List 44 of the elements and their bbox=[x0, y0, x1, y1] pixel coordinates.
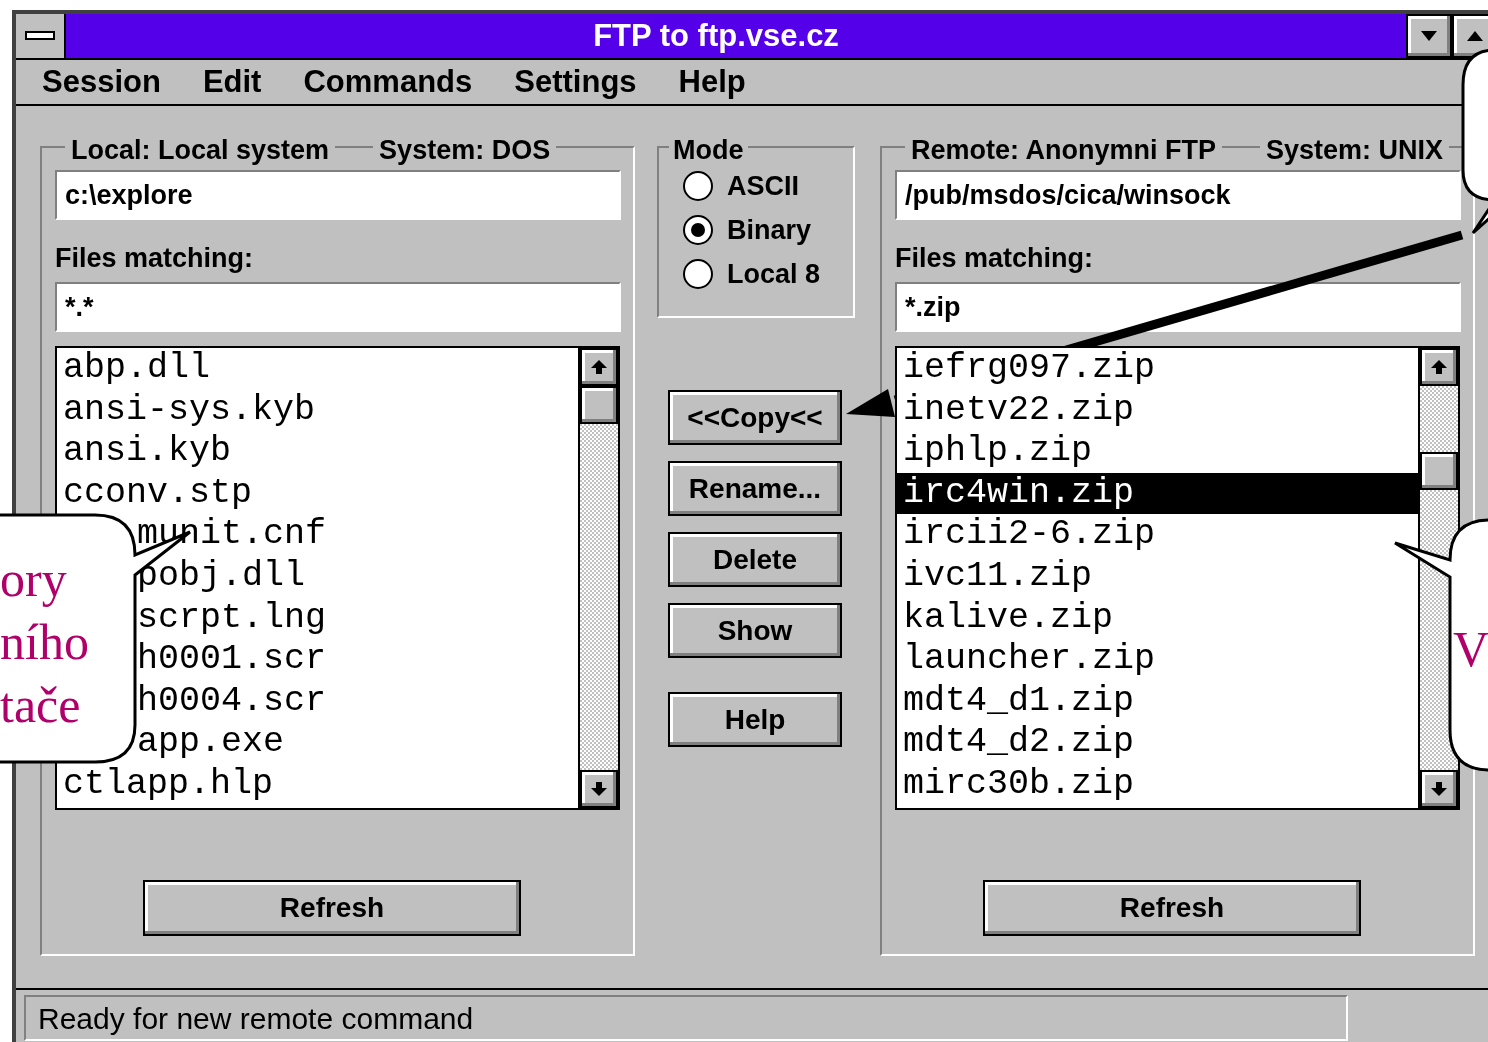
path-field[interactable]: /pub/msdos/cica/winsock bbox=[895, 170, 1461, 220]
filter-field[interactable]: *.zip bbox=[895, 282, 1461, 332]
files-matching-label: Files matching: bbox=[895, 242, 1095, 275]
path-field[interactable]: c:\explore bbox=[55, 170, 621, 220]
refresh-button[interactable]: Refresh bbox=[983, 880, 1361, 936]
menu-item[interactable]: Edit bbox=[202, 58, 262, 106]
file-item[interactable]: irc4win.zip bbox=[897, 472, 1418, 515]
action-button[interactable]: <<Copy<< bbox=[668, 390, 842, 445]
scroll-thumb[interactable] bbox=[1420, 452, 1458, 490]
action-button[interactable]: Rename... bbox=[668, 461, 842, 516]
files-matching-label: Files matching: bbox=[55, 242, 255, 275]
scroll-down-button[interactable] bbox=[580, 770, 618, 808]
minimize-button[interactable] bbox=[1406, 14, 1452, 58]
scroll-up-button[interactable] bbox=[1420, 348, 1458, 386]
down-arrow-icon bbox=[590, 780, 608, 798]
down-triangle-icon bbox=[1421, 31, 1437, 41]
action-button[interactable]: Show bbox=[668, 603, 842, 658]
menu-item[interactable]: Session bbox=[42, 58, 161, 106]
window-title: FTP to ftp.vse.cz bbox=[593, 16, 839, 55]
radio-label: Local 8 bbox=[727, 257, 821, 291]
refresh-button[interactable]: Refresh bbox=[143, 880, 521, 936]
up-arrow-icon bbox=[590, 358, 608, 376]
scroll-down-button[interactable] bbox=[1420, 770, 1458, 808]
up-triangle-icon bbox=[1467, 31, 1483, 41]
minus-icon bbox=[25, 31, 55, 41]
menu-item[interactable]: Commands bbox=[303, 58, 473, 106]
radio-label: Binary bbox=[727, 213, 812, 247]
radio-button[interactable] bbox=[683, 215, 713, 245]
menu-item[interactable]: Help bbox=[678, 58, 746, 106]
radio-button[interactable] bbox=[683, 171, 713, 201]
status-text: Ready for new remote command bbox=[38, 1000, 474, 1037]
filter-field[interactable]: *.* bbox=[55, 282, 621, 332]
menu-item[interactable]: Settings bbox=[514, 58, 637, 106]
callout-text: ory ního tače bbox=[0, 550, 89, 735]
down-arrow-icon bbox=[1430, 780, 1448, 798]
scroll-up-button[interactable] bbox=[580, 348, 618, 386]
radio-button[interactable] bbox=[683, 259, 713, 289]
action-button[interactable]: Help bbox=[668, 692, 842, 747]
callout-text: V bbox=[1453, 620, 1488, 679]
maximize-button[interactable] bbox=[1452, 14, 1488, 58]
action-button[interactable]: Delete bbox=[668, 532, 842, 587]
scroll-thumb[interactable] bbox=[580, 386, 618, 424]
up-arrow-icon bbox=[1430, 358, 1448, 376]
radio-label: ASCII bbox=[727, 169, 799, 203]
